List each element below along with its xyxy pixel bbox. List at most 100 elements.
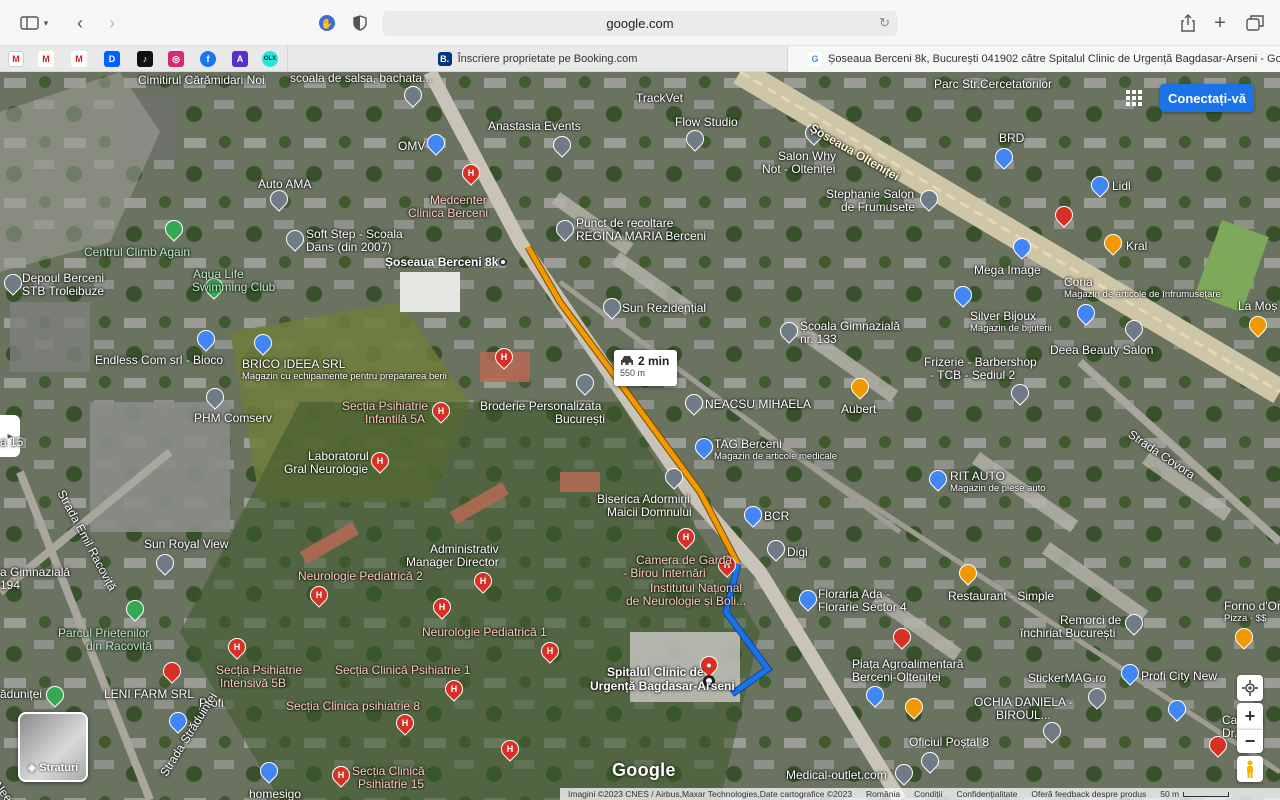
map-label[interactable]: Mega Image [974,264,1041,277]
map-label[interactable]: BCR [764,510,789,523]
map-label[interactable]: Secția Clinica psihiatrie 8 [286,700,420,713]
new-tab-button[interactable]: + [1210,10,1230,36]
map-label[interactable]: Centrul Climb Again [84,246,190,259]
map-label[interactable]: Profi City New [1141,670,1217,683]
map-label[interactable]: Deea Beauty Salon [1050,344,1153,357]
map-label[interactable]: ăduniței [0,688,42,701]
map-label[interactable]: StickerMAG.ro [1028,672,1106,685]
map-label[interactable]: Berceni-Olteniței [852,671,941,684]
map-label[interactable]: Secția Clinică Psihiatrie 1 [335,664,470,677]
map-label[interactable]: 194 [0,579,20,592]
map-label[interactable]: Cimitirul Cărămidari Noi [138,74,265,87]
map-label[interactable]: Magazin de bijuterii [970,323,1052,334]
map-label[interactable]: Endless Com srl - Bioco [95,354,223,367]
map-label[interactable]: de Frumusete [841,201,915,214]
tab-overview-button[interactable] [1244,10,1266,36]
map-label[interactable]: homesigo [249,788,301,800]
sign-in-button[interactable]: Conectați-vă [1160,84,1254,112]
facebook-icon[interactable]: f [200,51,216,67]
country-link[interactable]: România [866,789,900,799]
map-label[interactable]: Neurologie Pediatrică 1 [422,626,547,639]
map-label[interactable]: Magazin cu echipamente pentru prepararea… [242,371,447,382]
map-label[interactable]: București [555,413,605,426]
map-label[interactable]: Psihiatrie 15 [358,778,424,791]
share-button[interactable] [1178,10,1198,36]
tab-google-maps[interactable]: G Șoseaua Berceni 8k, București 041902 c… [787,46,1280,72]
map-label[interactable]: BRICO IDEEA SRL [242,358,345,371]
map-label[interactable]: LENI FARM SRL [104,688,194,701]
map-label[interactable]: NEACSU MIHAELA [705,398,811,411]
olx-icon[interactable]: OLX [262,51,278,67]
map-label[interactable]: REGINA MARIA Berceni [576,230,706,243]
map-label[interactable]: Sun Rezidențial [622,302,706,315]
zoom-out-button[interactable]: − [1237,729,1263,753]
map-label[interactable]: OMV [398,140,425,153]
map-label[interactable]: Pizza · $$ [1224,613,1266,624]
map-label[interactable]: din Racoviță [86,640,152,653]
google-apps-icon[interactable] [1126,90,1142,106]
map-label[interactable]: scoala de salsa, bachata... [290,72,432,85]
instagram-icon[interactable]: ◎ [168,51,184,67]
terms-link[interactable]: Condiții [914,789,942,799]
street-view-button[interactable] [1237,756,1263,782]
map-label[interactable]: de Neurologie și Boli... [626,595,746,608]
address-bar[interactable]: google.com ↻ [382,11,898,36]
map-label[interactable]: nr. 133 [800,333,837,346]
tab-booking[interactable]: B. Înscriere proprietate pe Booking.com [287,46,787,72]
map-label[interactable]: Oficiul Poștal 8 [909,736,989,749]
map-label[interactable]: TrackVet [636,92,683,105]
gmail-icon[interactable]: M [71,51,87,67]
map-label[interactable]: Kral [1126,240,1147,253]
map-label[interactable]: TAG Berceni [714,438,782,451]
map-label[interactable]: Swimming Club [192,281,275,294]
layers-button[interactable]: ◈ Straturi [18,712,88,782]
gmail-icon[interactable]: M [8,51,24,67]
map-label[interactable]: Magazin de articole medicale [714,451,837,462]
scale-indicator[interactable]: 50 m [1160,789,1230,799]
map-label[interactable]: Gral Neurologie [284,463,368,476]
my-location-button[interactable] [1237,675,1263,701]
map-label[interactable]: Not - Olteniței [762,163,835,176]
map-label[interactable]: Clinica Berceni [408,207,488,220]
tiktok-icon[interactable]: ♪ [137,51,153,67]
sidebar-toggle-button[interactable]: ▾ [16,10,52,36]
map-label[interactable]: Forno d'Or [1224,600,1280,613]
map-label[interactable]: Restaurant - Simple [948,590,1054,603]
satellite-map[interactable]: Conectați-vă ▸ 2 min 550 m Șoseaua Berce… [0,72,1280,800]
map-label[interactable]: Dans (din 2007) [306,241,391,254]
map-label[interactable]: Florarie Sector 4 [818,601,907,614]
map-label[interactable]: Maicii Domnului [607,506,692,519]
map-label[interactable]: Magazin de articole de înfrumusețare [1064,289,1221,300]
map-label[interactable]: închiriat București [1020,627,1115,640]
dropbox-icon[interactable]: D [104,51,120,67]
map-label[interactable]: RIT AUTO [950,470,1005,483]
map-label[interactable]: Medical-outlet.com [786,769,887,782]
feedback-link[interactable]: Oferă feedback despre produs [1031,789,1146,799]
destination-label-line1[interactable]: Spitalul Clinic de [607,666,704,679]
map-label[interactable]: Flow Studio [675,116,738,129]
map-label[interactable]: BIROUL... [996,709,1051,722]
privacy-report-button[interactable] [350,10,370,36]
map-label[interactable]: Lidl [1112,180,1131,193]
map-label[interactable]: Coria [1064,276,1093,289]
origin-label[interactable]: Șoseaua Berceni 8k [385,256,498,269]
route-duration-card[interactable]: 2 min 550 m [614,350,677,386]
destination-label-line2[interactable]: Urgență Bagdasar-Arseni [590,680,735,693]
gmail-icon[interactable]: M [38,51,54,67]
map-label[interactable]: Intensivă 5B [220,677,286,690]
map-label[interactable]: Aubert [841,403,876,416]
map-label[interactable]: PHM Comserv [194,412,272,425]
map-label[interactable]: Silver Bijoux [970,310,1036,323]
back-button[interactable]: ‹ [70,10,90,36]
map-label[interactable]: Sun Royal View [144,538,229,551]
privacy-link[interactable]: Confidențialitate [956,789,1017,799]
map-label[interactable]: Digi [787,546,808,559]
origin-marker[interactable] [499,258,507,266]
map-label[interactable]: BRD [999,132,1024,145]
map-label[interactable]: STB Troleibuze [22,285,104,298]
map-label[interactable]: La Moș [1238,300,1277,313]
map-label[interactable]: Manager Director [406,556,499,569]
map-label[interactable]: Infantilă 5A [365,413,425,426]
map-label[interactable]: Parc Str.Cercetatorilor [934,78,1052,91]
map-label[interactable]: a 15 [0,436,23,449]
